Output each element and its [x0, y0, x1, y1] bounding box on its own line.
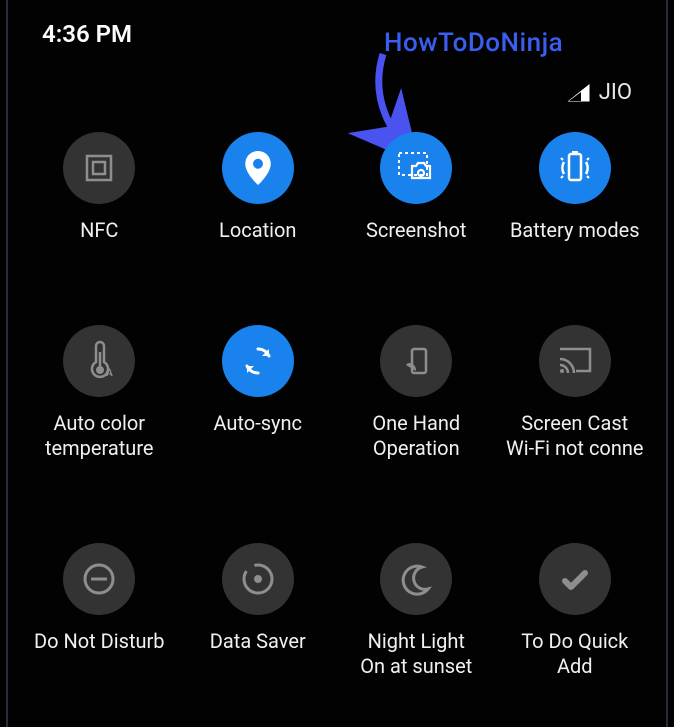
tile-do-not-disturb[interactable]: Do Not Disturb [20, 543, 179, 679]
tile-label: Night Light On at sunset [360, 629, 472, 679]
tile-battery-modes[interactable]: Battery modes [496, 132, 655, 243]
battery-icon [539, 132, 611, 204]
nfc-icon [63, 132, 135, 204]
tile-label: Do Not Disturb [34, 629, 165, 654]
tile-label: Location [219, 218, 296, 243]
tile-label: Screenshot [366, 218, 466, 243]
tile-label: Auto color temperature [45, 411, 154, 461]
cellular-signal-icon [567, 83, 591, 103]
dnd-icon [63, 543, 135, 615]
watermark-text: HowToDoNinja [384, 28, 563, 58]
carrier-label: JIO [599, 80, 632, 105]
tile-label: Screen Cast Wi-Fi not conne [506, 411, 644, 461]
tile-label: To Do Quick Add [521, 629, 628, 679]
sync-icon [222, 325, 294, 397]
tile-label: Data Saver [210, 629, 306, 654]
tile-auto-sync[interactable]: Auto-sync [179, 325, 338, 461]
tile-label: Battery modes [510, 218, 640, 243]
thermometer-icon: A [63, 325, 135, 397]
quick-settings-grid: NFC Location Screenshot [20, 132, 654, 679]
tile-screenshot[interactable]: Screenshot [337, 132, 496, 243]
tile-auto-color-temperature[interactable]: A Auto color temperature [20, 325, 179, 461]
location-icon [222, 132, 294, 204]
tile-one-hand-operation[interactable]: One Hand Operation [337, 325, 496, 461]
svg-text:A: A [106, 368, 113, 379]
tile-location[interactable]: Location [179, 132, 338, 243]
checkmark-icon [539, 543, 611, 615]
tile-screen-cast[interactable]: Screen Cast Wi-Fi not conne [496, 325, 655, 461]
tile-label: Auto-sync [213, 411, 302, 436]
tile-nfc[interactable]: NFC [20, 132, 179, 243]
quick-settings-panel: 4:36 PM HowToDoNinja JIO NFC [6, 0, 668, 727]
signal-indicator: JIO [567, 80, 632, 105]
moon-icon [380, 543, 452, 615]
tile-label: NFC [80, 218, 118, 243]
data-saver-icon [222, 543, 294, 615]
tile-label: One Hand Operation [372, 411, 460, 461]
one-hand-icon [380, 325, 452, 397]
cast-icon [539, 325, 611, 397]
tile-data-saver[interactable]: Data Saver [179, 543, 338, 679]
screenshot-icon [380, 132, 452, 204]
clock-time: 4:36 PM [42, 20, 132, 48]
tile-night-light[interactable]: Night Light On at sunset [337, 543, 496, 679]
tile-todo-quick-add[interactable]: To Do Quick Add [496, 543, 655, 679]
